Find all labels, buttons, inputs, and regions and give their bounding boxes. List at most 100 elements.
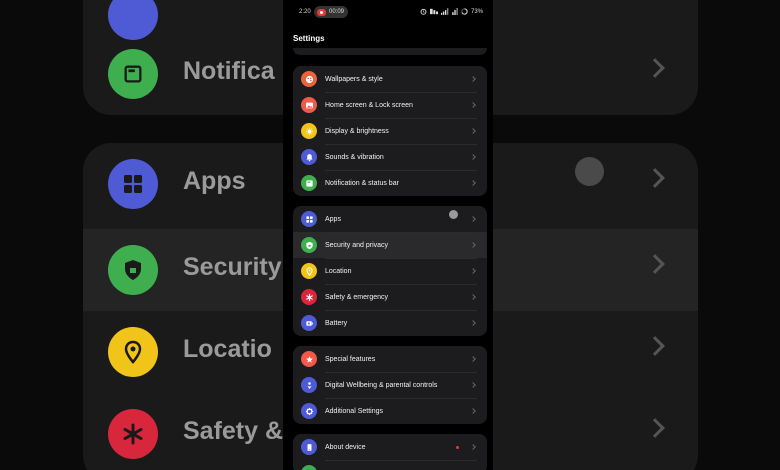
recording-timer: 00:09 — [329, 9, 345, 15]
settings-item-label: Safety & emergency — [325, 293, 389, 301]
settings-item-special-features[interactable]: Special features — [293, 346, 487, 372]
page-title: Settings — [293, 34, 325, 43]
bg-row — [493, 393, 698, 470]
settings-item-label: Home screen & Lock screen — [325, 101, 413, 109]
bg-row — [493, 229, 698, 311]
status-time: 2:20 — [299, 9, 311, 15]
settings-item-digital-wellbeing[interactable]: Digital Wellbeing & parental controls — [293, 372, 487, 398]
settings-item-sounds[interactable]: Sounds & vibration — [293, 144, 487, 170]
bg-chevron-icon — [645, 254, 665, 274]
bg-row-notification: Notifica — [83, 33, 283, 115]
bg-label-safety: Safety & — [183, 417, 283, 445]
notification-icon — [301, 175, 317, 191]
chevron-right-icon — [470, 128, 476, 134]
settings-item-label: Security and privacy — [325, 241, 389, 249]
bg-chevron-icon — [645, 418, 665, 438]
settings-item-label: Notification & status bar — [325, 179, 399, 187]
bg-card-top-right — [493, 0, 698, 115]
bg-location-icon — [108, 327, 158, 377]
bg-shield-icon — [108, 245, 158, 295]
bg-row — [493, 33, 698, 115]
settings-item-label: Battery — [325, 319, 348, 327]
settings-item-apps[interactable]: Apps — [293, 206, 487, 232]
image-icon — [301, 97, 317, 113]
battery-ring-icon — [461, 8, 468, 15]
bg-row — [493, 311, 698, 393]
bg-card-main: Apps Security Locatio Safety & — [83, 143, 283, 470]
bg-label-location: Locatio — [183, 335, 272, 363]
settings-item-display[interactable]: Display & brightness — [293, 118, 487, 144]
settings-item-safety[interactable]: Safety & emergency — [293, 284, 487, 310]
chevron-right-icon — [470, 408, 476, 414]
bg-label-security: Security — [183, 253, 282, 281]
chevron-right-icon — [470, 382, 476, 388]
chevron-right-icon — [470, 268, 476, 274]
bell-icon — [301, 149, 317, 165]
bg-label-notification: Notifica — [183, 57, 275, 85]
bg-card-top: Notifica — [83, 0, 283, 115]
screen-recording-badge[interactable]: 00:09 — [314, 6, 349, 18]
settings-item-about-device[interactable]: About device — [293, 434, 487, 460]
settings-item-label: Apps — [325, 215, 341, 223]
phone-screen: 2:20 00:09 73% Settings Wallpapers & sty… — [283, 0, 493, 470]
signal-icon — [440, 8, 449, 15]
asterisk-icon — [301, 289, 317, 305]
settings-group-system: Apps Security and privacy Location Safet… — [293, 206, 487, 336]
apps-grid-icon — [301, 211, 317, 227]
status-bar: 2:20 00:09 73% — [283, 0, 493, 24]
background-zoom-left: Notifica Apps Security Locatio Safety & — [0, 0, 283, 470]
settings-item-home-lock-screen[interactable]: Home screen & Lock screen — [293, 92, 487, 118]
bg-touch-indicator — [575, 157, 604, 186]
chevron-right-icon — [470, 242, 476, 248]
bg-chevron-icon — [645, 58, 665, 78]
settings-item-partial[interactable] — [293, 460, 487, 470]
chevron-right-icon — [470, 444, 476, 450]
settings-group-about: About device — [293, 434, 487, 470]
settings-item-label: Display & brightness — [325, 127, 389, 135]
background-zoom-right — [493, 0, 780, 470]
bg-row-apps: Apps — [83, 143, 283, 225]
bg-row-location: Locatio — [83, 311, 283, 393]
settings-item-label: Wallpapers & style — [325, 75, 383, 83]
settings-item-security[interactable]: Security and privacy — [293, 232, 487, 258]
chevron-right-icon — [470, 356, 476, 362]
chevron-right-icon — [470, 320, 476, 326]
bg-row-security: Security — [83, 229, 283, 311]
settings-item-label: Additional Settings — [325, 407, 383, 415]
previous-group-edge — [293, 48, 487, 55]
settings-item-label: Location — [325, 267, 352, 275]
settings-item-label: Sounds & vibration — [325, 153, 384, 161]
chevron-right-icon — [470, 102, 476, 108]
palette-icon — [301, 71, 317, 87]
touch-indicator — [449, 210, 458, 219]
bg-label-apps: Apps — [183, 167, 246, 195]
sun-icon — [301, 123, 317, 139]
bg-notification-icon — [108, 49, 158, 99]
chevron-right-icon — [470, 216, 476, 222]
gear-icon — [301, 403, 317, 419]
bg-apps-icon — [108, 159, 158, 209]
bg-chevron-icon — [645, 168, 665, 188]
volte-icon — [429, 8, 438, 15]
phone-icon — [301, 439, 317, 455]
bg-card-main-right — [493, 143, 698, 470]
wellbeing-icon — [301, 377, 317, 393]
bg-asterisk-icon — [108, 409, 158, 459]
battery-percent: 73% — [470, 8, 483, 15]
settings-item-notification[interactable]: Notification & status bar — [293, 170, 487, 196]
shield-lock-icon — [301, 237, 317, 253]
update-badge-dot — [456, 445, 459, 449]
star-icon — [301, 351, 317, 367]
chevron-right-icon — [470, 180, 476, 186]
location-pin-icon — [301, 263, 317, 279]
settings-item-location[interactable]: Location — [293, 258, 487, 284]
settings-item-additional-settings[interactable]: Additional Settings — [293, 398, 487, 424]
settings-item-label: Digital Wellbeing & parental controls — [325, 381, 438, 389]
settings-item-battery[interactable]: Battery — [293, 310, 487, 336]
signal-secondary-icon — [452, 8, 458, 15]
bg-chevron-icon — [645, 336, 665, 356]
bg-row-safety: Safety & — [83, 393, 283, 470]
status-icons: 73% — [420, 8, 483, 15]
settings-item-wallpapers[interactable]: Wallpapers & style — [293, 66, 487, 92]
settings-item-label: About device — [325, 443, 366, 451]
